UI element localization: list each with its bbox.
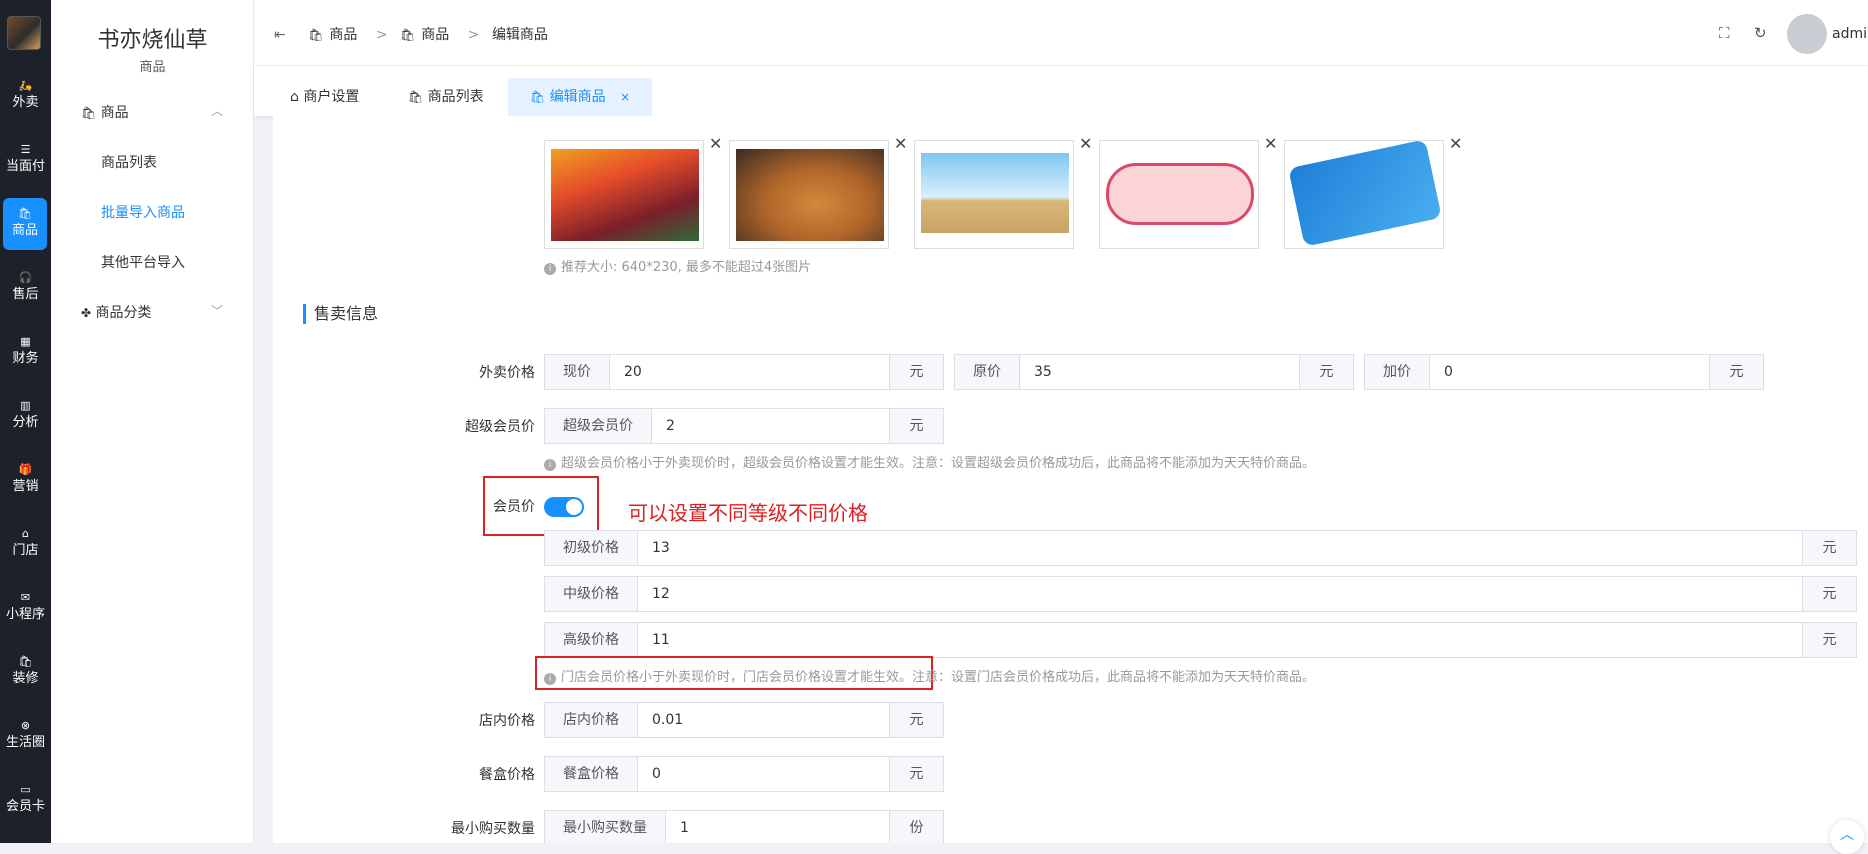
member-price-toggle[interactable] — [544, 497, 584, 517]
info-icon: i — [544, 459, 556, 471]
level-price-middle-field[interactable]: 中级价格 12 元 — [544, 576, 1857, 612]
annotation-note: 可以设置不同等级不同价格 — [628, 501, 868, 525]
chevron-up-icon: ︿ — [211, 104, 224, 118]
goods-icon: 🛍 — [81, 106, 97, 120]
headset-icon: 🎧 — [18, 271, 33, 284]
info-icon: i — [544, 263, 556, 275]
member-card-icon: ▭ — [20, 783, 31, 796]
store-icon: ⌂ — [22, 527, 29, 540]
goods-image-4[interactable] — [1099, 140, 1259, 249]
rail-item-store[interactable]: ⌂ 门店 — [0, 526, 51, 560]
rail-item-takeout[interactable]: 🛵 外卖 — [0, 78, 51, 112]
goods-icon: 🛍 — [18, 207, 32, 220]
gift-icon: 🎁 — [18, 463, 33, 476]
tab-merchant-settings[interactable]: ⌂ 商户设置 — [268, 78, 381, 116]
tab-bar: ⌂ 商户设置 🛍 商品列表 🛍 编辑商品 × — [254, 66, 1868, 116]
menu-group-goods[interactable]: 🛍 商品 ︿ — [81, 102, 223, 122]
store-name: 书亦烧仙草 — [97, 28, 208, 53]
sub-sidebar: 书亦烧仙草 商品 🛍 商品 ︿ 商品列表 批量导入商品 其他平台导入 ✤ 商品分… — [51, 0, 254, 843]
takeout-icon: 🛵 — [18, 79, 33, 92]
level-price-basic-field[interactable]: 初级价格 13 元 — [544, 530, 1857, 566]
rail-item-finance[interactable]: ▦ 财务 — [0, 334, 51, 368]
analysis-icon: ▥ — [20, 399, 31, 412]
rail-item-analysis[interactable]: ▥ 分析 — [0, 398, 51, 432]
chevron-up-icon: ︿ — [1840, 827, 1854, 843]
main-content: ✕ ✕ ✕ ✕ ✕ i 推荐大小: 640*230, 最多不能超过4张图片 售卖信… — [273, 116, 1868, 843]
original-price-field[interactable]: 原价 35 元 — [954, 354, 1354, 390]
avatar[interactable] — [1787, 14, 1827, 54]
rail-item-life-circle[interactable]: ⊗ 生活圈 — [0, 718, 51, 752]
rail-item-facepay[interactable]: ☰ 当面付 — [0, 142, 51, 176]
goods-image-2[interactable] — [729, 140, 889, 249]
back-to-top-button[interactable]: ︿ — [1830, 820, 1864, 854]
wechat-icon: ✉ — [20, 591, 31, 604]
goods-icon: 🛍 — [308, 28, 324, 42]
menu-item-other-import[interactable]: 其他平台导入 — [101, 252, 185, 272]
super-member-hint: i 超级会员价格小于外卖现价时，超级会员价格设置才能生效。注意：设置超级会员价格成… — [544, 452, 1315, 471]
menu-item-goods-list[interactable]: 商品列表 — [101, 152, 157, 172]
goods-icon: 🛍 — [530, 90, 546, 104]
username[interactable]: admin — [1832, 26, 1868, 42]
remove-image-1-icon[interactable]: ✕ — [709, 134, 722, 153]
top-header: ⇤ 🛍商品 > 🛍商品 > 编辑商品 ⛶ ↻ admin — [254, 0, 1868, 66]
rail-item-marketing[interactable]: 🎁 营销 — [0, 462, 51, 496]
remove-image-5-icon[interactable]: ✕ — [1449, 134, 1462, 153]
menu-item-batch-import[interactable]: 批量导入商品 — [101, 202, 185, 222]
category-icon: ✤ — [81, 306, 92, 320]
level-price-senior-field[interactable]: 高级价格 11 元 — [544, 622, 1857, 658]
info-icon: i — [544, 673, 556, 685]
decorate-icon: 🛍 — [18, 655, 33, 668]
min-purchase-label: 最小购买数量 — [451, 821, 535, 837]
refresh-icon[interactable]: ↻ — [1754, 24, 1767, 42]
box-price-field[interactable]: 餐盒价格 0 元 — [544, 756, 944, 792]
breadcrumb: ⇤ 🛍 商品 > 🛍 商品 > 编辑商品 — [274, 27, 548, 43]
rail-item-decorate[interactable]: 🛍 装修 — [0, 654, 51, 688]
life-circle-icon: ⊗ — [20, 719, 31, 732]
takeout-price-label: 外卖价格 — [479, 365, 535, 381]
current-price-field[interactable]: 现价 20 元 — [544, 354, 944, 390]
tab-goods-list[interactable]: 🛍 商品列表 — [386, 78, 506, 116]
member-price-label: 会员价 — [493, 499, 535, 515]
min-purchase-field[interactable]: 最小购买数量 1 份 — [544, 810, 944, 843]
fullscreen-icon[interactable]: ⛶ — [1719, 24, 1730, 42]
goods-icon: 🛍 — [400, 28, 416, 42]
chevron-down-icon: ﹀ — [211, 304, 224, 318]
menu-group-category[interactable]: ✤ 商品分类 ﹀ — [81, 302, 223, 322]
super-member-price-field[interactable]: 超级会员价 2 元 — [544, 408, 944, 444]
face-pay-icon: ☰ — [20, 143, 31, 156]
remove-image-3-icon[interactable]: ✕ — [1079, 134, 1092, 153]
goods-image-3[interactable] — [914, 140, 1074, 249]
instore-price-label: 店内价格 — [479, 713, 535, 729]
store-logo[interactable] — [7, 16, 41, 50]
member-price-hint: i 门店会员价格小于外卖现价时，门店会员价格设置才能生效。注意：设置门店会员价格成… — [544, 666, 1315, 685]
goods-image-1[interactable] — [544, 140, 704, 249]
finance-icon: ▦ — [20, 335, 31, 348]
app-rail: 🛵 外卖 ☰ 当面付 🛍 商品 🎧 售后 ▦ 财务 ▥ 分析 🎁 营销 ⌂ 门店… — [0, 0, 51, 843]
rail-item-miniprogram[interactable]: ✉ 小程序 — [0, 590, 51, 624]
section-title-sale-info: 售卖信息 — [303, 304, 378, 324]
store-subtitle: 商品 — [139, 60, 166, 75]
instore-price-field[interactable]: 店内价格 0.01 元 — [544, 702, 944, 738]
rail-item-member-card[interactable]: ▭ 会员卡 — [0, 782, 51, 816]
rail-item-goods[interactable]: 🛍 商品 — [3, 198, 47, 250]
store-icon: ⌂ — [290, 89, 299, 105]
remove-image-2-icon[interactable]: ✕ — [894, 134, 907, 153]
close-icon[interactable]: × — [620, 90, 630, 104]
rail-item-aftersale[interactable]: 🎧 售后 — [0, 270, 51, 304]
super-member-price-label: 超级会员价 — [465, 419, 535, 435]
remove-image-4-icon[interactable]: ✕ — [1264, 134, 1277, 153]
image-size-hint: i 推荐大小: 640*230, 最多不能超过4张图片 — [544, 256, 811, 275]
markup-price-field[interactable]: 加价 0 元 — [1364, 354, 1764, 390]
box-price-label: 餐盒价格 — [479, 767, 535, 783]
tab-edit-goods[interactable]: 🛍 编辑商品 × — [508, 78, 653, 116]
collapse-menu-icon[interactable]: ⇤ — [274, 27, 286, 43]
goods-image-5[interactable] — [1284, 139, 1444, 249]
goods-icon: 🛍 — [408, 90, 424, 104]
